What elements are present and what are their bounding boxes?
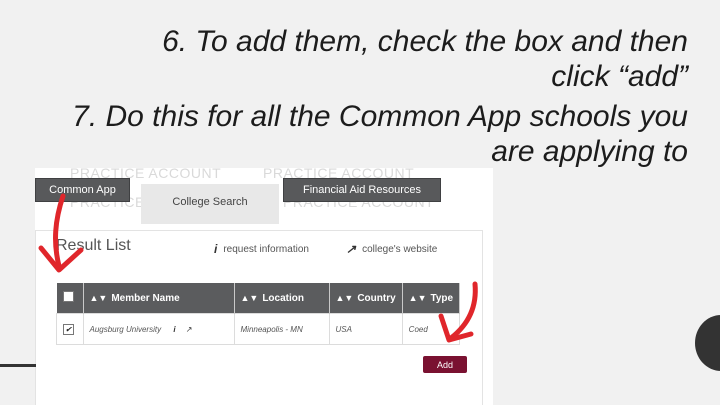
- school-name-link[interactable]: Augsburg University: [90, 325, 162, 334]
- external-link-icon: ↗: [346, 242, 357, 256]
- decorative-line: [0, 364, 36, 367]
- instruction-step-7: 7. Do this for all the Common App school…: [28, 99, 688, 169]
- add-button[interactable]: Add: [423, 356, 467, 373]
- step6-line2: click “add”: [551, 60, 688, 93]
- select-all-checkbox[interactable]: [62, 291, 74, 302]
- table-row: ✔ Augsburg University i ↗ Minneapolis - …: [56, 313, 461, 345]
- column-header-member-name[interactable]: ▲▼ Member Name: [83, 283, 235, 314]
- sort-icon: ▲▼: [240, 292, 259, 303]
- red-arrow-icon: [438, 281, 478, 343]
- info-icon: i: [214, 242, 218, 256]
- table-header-row: ▲▼ Member Name ▲▼ Location ▲▼ Country ▲▼ Typ…: [56, 283, 461, 314]
- school-name-cell: Augsburg University i ↗: [82, 313, 235, 345]
- sort-icon: ▲▼: [408, 292, 427, 303]
- instruction-step-6: 6. To add them, check the box and then c…: [28, 24, 688, 94]
- red-arrow-icon: [38, 193, 84, 273]
- info-icon[interactable]: i: [173, 325, 175, 334]
- legend-website: ↗ college's website: [346, 242, 437, 256]
- sort-icon: ▲▼: [335, 292, 354, 303]
- external-link-icon[interactable]: ↗: [186, 325, 193, 334]
- country-cell: USA: [328, 313, 403, 345]
- tab-college-search[interactable]: College Search: [141, 184, 279, 224]
- row-checkbox[interactable]: ✔: [63, 323, 74, 335]
- screenshot-common-app: PRACTICE ACCOUNT PRACTICE ACCOUNT PRACTI…: [35, 168, 493, 405]
- legend-request-info: i request information: [214, 242, 309, 256]
- legend-request-info-label: request information: [223, 243, 309, 255]
- step6-line1: 6. To add them, check the box and then: [162, 25, 688, 58]
- sort-icon: ▲▼: [89, 292, 108, 303]
- result-list-panel: Result List i request information ↗ coll…: [35, 230, 483, 405]
- results-table: ▲▼ Member Name ▲▼ Location ▲▼ Country ▲▼ Typ…: [56, 283, 461, 345]
- legend-website-label: college's website: [362, 243, 438, 255]
- location-cell: Minneapolis - MN: [233, 313, 330, 345]
- column-header-country[interactable]: ▲▼ Country: [329, 283, 403, 314]
- column-header-location[interactable]: ▲▼ Location: [234, 283, 330, 314]
- step7-line1: 7. Do this for all the Common App school…: [72, 100, 688, 133]
- select-all-header[interactable]: [56, 283, 84, 314]
- top-navigation: Common App College Search Financial Aid …: [35, 178, 493, 224]
- step7-line2: are applying to: [491, 135, 688, 168]
- row-select-cell: ✔: [56, 313, 84, 345]
- decorative-circle: [695, 315, 720, 371]
- tab-financial-aid-resources[interactable]: Financial Aid Resources: [283, 178, 441, 202]
